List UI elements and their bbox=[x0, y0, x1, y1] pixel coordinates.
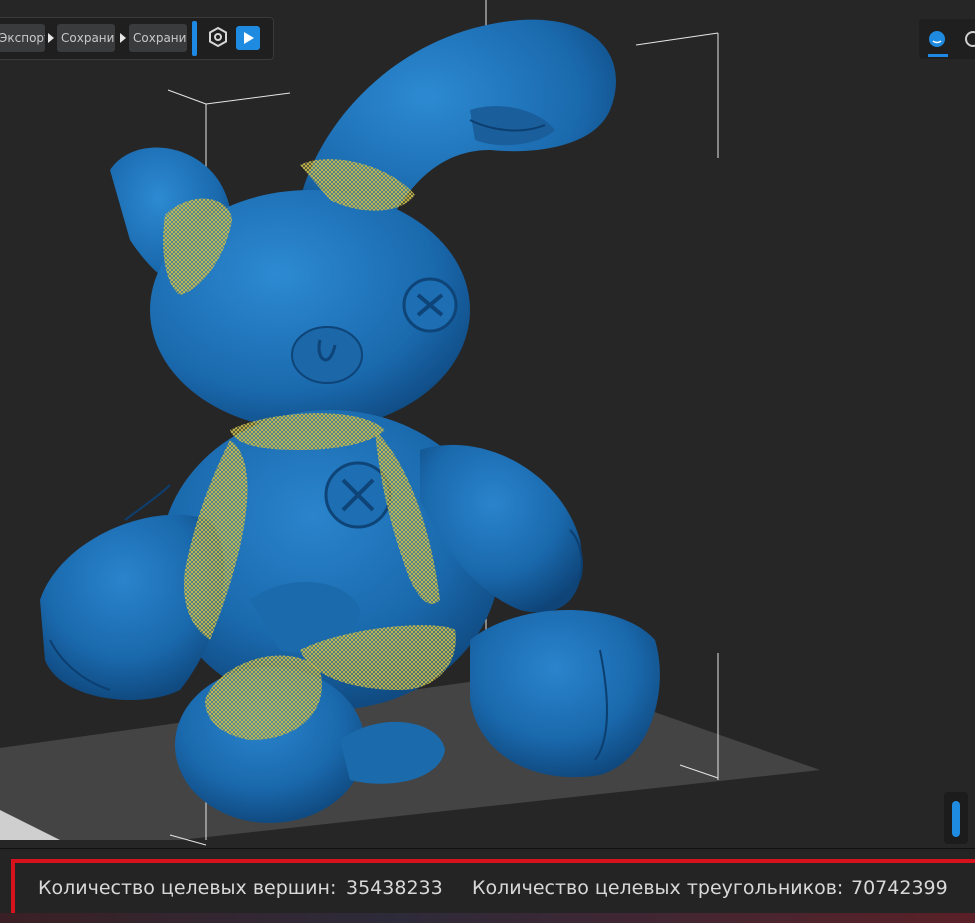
active-view-indicator bbox=[928, 54, 948, 57]
breadcrumb-export[interactable]: Экспорт... bbox=[0, 24, 45, 52]
chevron-right-icon bbox=[120, 33, 126, 43]
hexagon-gear-icon[interactable] bbox=[207, 26, 229, 48]
breadcrumb-save-1[interactable]: Сохрани... bbox=[57, 24, 115, 52]
vertical-slider[interactable] bbox=[944, 792, 968, 844]
scene-render bbox=[0, 0, 820, 846]
target-vertices-value: 35438233 bbox=[346, 877, 443, 899]
sphere-shaded-icon[interactable] bbox=[927, 29, 947, 49]
active-step-indicator bbox=[192, 21, 197, 56]
process-toolbar: Экспорт... Сохрани... Сохрани... bbox=[0, 17, 274, 60]
target-triangles-value: 70742399 bbox=[851, 877, 948, 899]
breadcrumb-save-2[interactable]: Сохрани... bbox=[129, 24, 187, 52]
sphere-wire-icon[interactable] bbox=[963, 29, 975, 49]
play-icon[interactable] bbox=[236, 26, 260, 50]
status-bar: Количество целевых вершин: 35438233 Коли… bbox=[0, 848, 975, 923]
target-vertices-label: Количество целевых вершин: bbox=[38, 877, 337, 899]
target-triangles-label: Количество целевых треугольников: bbox=[472, 877, 844, 899]
chevron-right-icon bbox=[48, 33, 54, 43]
slider-thumb[interactable] bbox=[952, 801, 960, 837]
3d-viewport[interactable]: Экспорт... Сохрани... Сохрани... bbox=[0, 0, 975, 848]
view-mode-switch bbox=[919, 19, 975, 59]
